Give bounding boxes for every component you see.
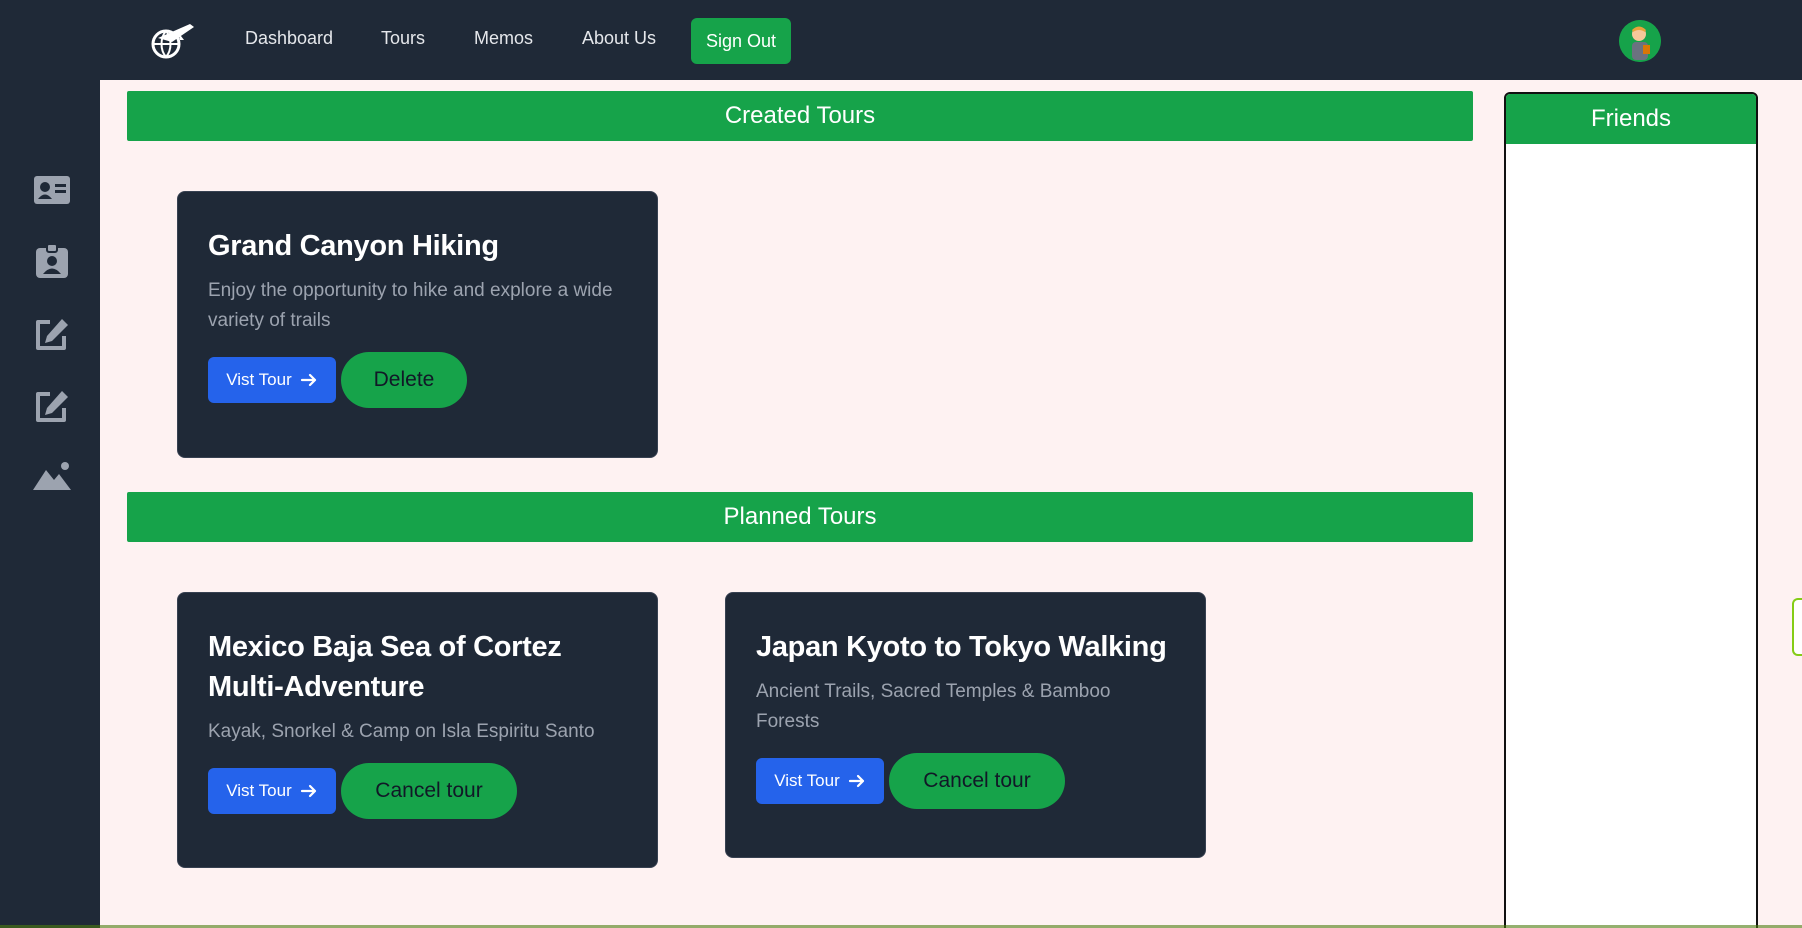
arrow-right-icon [300,373,316,387]
edit-icon[interactable] [32,388,72,424]
id-card-icon[interactable] [32,172,72,208]
tour-card: Japan Kyoto to Tokyo Walking Ancient Tra… [725,592,1206,858]
tour-actions: Vist Tour Cancel tour [756,753,1175,809]
airplane-globe-icon[interactable] [144,18,196,62]
arrow-right-icon [848,774,864,788]
tour-title: Grand Canyon Hiking [208,230,499,262]
tour-card: Mexico Baja Sea of Cortez Multi-Adventur… [177,592,658,868]
tour-description: Ancient Trails, Sacred Temples & Bamboo … [756,681,1111,732]
cancel-tour-button[interactable]: Cancel tour [341,763,517,819]
tour-card: Grand Canyon Hiking Enjoy the opportunit… [177,191,658,458]
nav-dashboard-link[interactable]: Dashboard [245,28,333,49]
nav-memos-link[interactable]: Memos [474,28,533,49]
id-badge-icon[interactable] [32,243,72,280]
visit-tour-button[interactable]: Vist Tour [208,357,336,403]
visit-tour-button[interactable]: Vist Tour [756,758,884,804]
visit-tour-button[interactable]: Vist Tour [208,768,336,814]
edge-widget-tab[interactable] [1792,598,1802,656]
tour-description: Kayak, Snorkel & Camp on Isla Espiritu S… [208,721,595,742]
planned-tours-header: Planned Tours [127,492,1473,542]
visit-tour-label: Vist Tour [226,781,292,800]
created-tours-header: Created Tours [127,91,1473,141]
nav-tours-link[interactable]: Tours [381,28,425,49]
left-sidebar [0,80,100,928]
tour-actions: Vist Tour Cancel tour [208,763,627,819]
friends-panel: Friends [1504,92,1758,928]
tour-actions: Vist Tour Delete [208,352,627,408]
top-navbar: Dashboard Tours Memos About Us Sign Out [0,0,1802,80]
visit-tour-label: Vist Tour [226,370,292,389]
tour-title: Mexico Baja Sea of Cortez Multi-Adventur… [208,631,562,703]
friends-title: Friends [1506,94,1756,144]
delete-tour-button[interactable]: Delete [341,352,467,408]
user-avatar-icon[interactable] [1619,20,1661,62]
visit-tour-label: Vist Tour [774,771,840,790]
sign-out-button[interactable]: Sign Out [691,18,791,64]
edit-icon[interactable] [32,316,72,352]
tour-title: Japan Kyoto to Tokyo Walking [756,631,1167,663]
nav-about-link[interactable]: About Us [582,28,656,49]
arrow-right-icon [300,784,316,798]
cancel-tour-button[interactable]: Cancel tour [889,753,1065,809]
main-content: Created Tours Grand Canyon Hiking Enjoy … [100,80,1802,928]
mountain-icon[interactable] [32,458,72,494]
tour-description: Enjoy the opportunity to hike and explor… [208,280,613,331]
